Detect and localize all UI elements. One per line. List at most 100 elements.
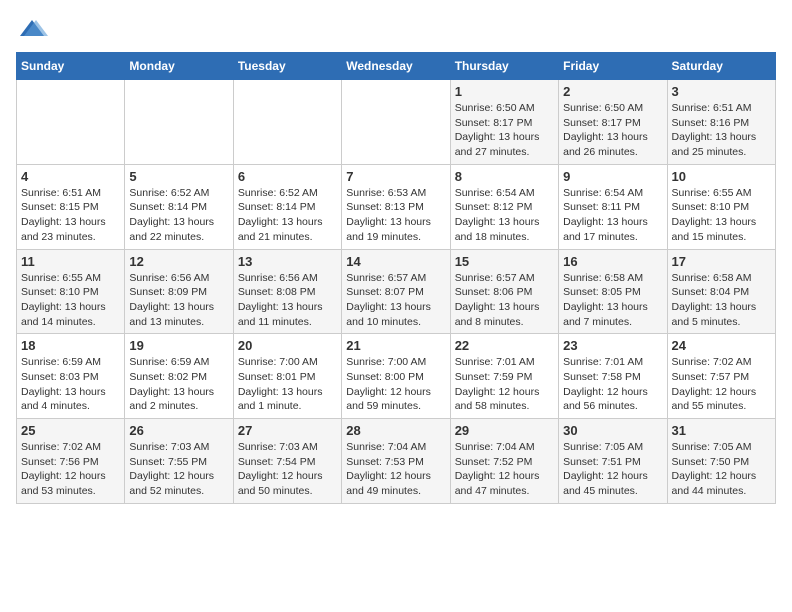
day-number: 1 — [455, 84, 554, 99]
day-number: 22 — [455, 338, 554, 353]
day-info: Sunrise: 7:00 AM Sunset: 8:00 PM Dayligh… — [346, 355, 445, 414]
day-number: 20 — [238, 338, 337, 353]
calendar-cell: 21 Sunrise: 7:00 AM Sunset: 8:00 PM Dayli… — [342, 334, 450, 419]
day-number: 8 — [455, 169, 554, 184]
day-info: Sunrise: 7:01 AM Sunset: 7:58 PM Dayligh… — [563, 355, 662, 414]
calendar-cell: 25Sunrise: 7:02 AM Sunset: 7:56 PM Dayli… — [17, 419, 125, 504]
day-info: Sunrise: 6:51 AM Sunset: 8:16 PM Dayligh… — [672, 101, 771, 160]
calendar-table: SundayMondayTuesdayWednesdayThursdayFrid… — [16, 52, 776, 504]
day-number: 21 — [346, 338, 445, 353]
day-number: 3 — [672, 84, 771, 99]
day-number: 5 — [129, 169, 228, 184]
day-info: Sunrise: 6:59 AM Sunset: 8:03 PM Dayligh… — [21, 355, 120, 414]
day-info: Sunrise: 7:04 AM Sunset: 7:53 PM Dayligh… — [346, 440, 445, 499]
day-number: 26 — [129, 423, 228, 438]
day-of-week-header: Sunday — [17, 53, 125, 80]
calendar-cell: 19Sunrise: 6:59 AM Sunset: 8:02 PM Dayli… — [125, 334, 233, 419]
day-info: Sunrise: 6:50 AM Sunset: 8:17 PM Dayligh… — [563, 101, 662, 160]
calendar-cell: 24 Sunrise: 7:02 AM Sunset: 7:57 PM Dayli… — [667, 334, 775, 419]
day-info: Sunrise: 7:02 AM Sunset: 7:57 PM Dayligh… — [672, 355, 771, 414]
day-number: 31 — [672, 423, 771, 438]
day-number: 27 — [238, 423, 337, 438]
day-info: Sunrise: 7:04 AM Sunset: 7:52 PM Dayligh… — [455, 440, 554, 499]
calendar-cell: 29 Sunrise: 7:04 AM Sunset: 7:52 PM Dayli… — [450, 419, 558, 504]
calendar-cell: 7 Sunrise: 6:53 AM Sunset: 8:13 PM Daylig… — [342, 164, 450, 249]
logo — [16, 16, 52, 44]
calendar-cell: 9Sunrise: 6:54 AM Sunset: 8:11 PM Daylig… — [559, 164, 667, 249]
day-number: 24 — [672, 338, 771, 353]
day-info: Sunrise: 6:56 AM Sunset: 8:09 PM Dayligh… — [129, 271, 228, 330]
day-number: 28 — [346, 423, 445, 438]
calendar-cell — [17, 80, 125, 165]
day-number: 29 — [455, 423, 554, 438]
calendar-week-row: 25Sunrise: 7:02 AM Sunset: 7:56 PM Dayli… — [17, 419, 776, 504]
day-info: Sunrise: 7:01 AM Sunset: 7:59 PM Dayligh… — [455, 355, 554, 414]
day-info: Sunrise: 6:52 AM Sunset: 8:14 PM Dayligh… — [238, 186, 337, 245]
day-info: Sunrise: 7:05 AM Sunset: 7:51 PM Dayligh… — [563, 440, 662, 499]
day-number: 14 — [346, 254, 445, 269]
calendar-cell: 20 Sunrise: 7:00 AM Sunset: 8:01 PM Dayli… — [233, 334, 341, 419]
day-info: Sunrise: 6:53 AM Sunset: 8:13 PM Dayligh… — [346, 186, 445, 245]
day-info: Sunrise: 6:52 AM Sunset: 8:14 PM Dayligh… — [129, 186, 228, 245]
day-number: 19 — [129, 338, 228, 353]
day-info: Sunrise: 6:57 AM Sunset: 8:07 PM Dayligh… — [346, 271, 445, 330]
day-of-week-header: Saturday — [667, 53, 775, 80]
calendar-cell: 6 Sunrise: 6:52 AM Sunset: 8:14 PM Daylig… — [233, 164, 341, 249]
calendar-week-row: 18 Sunrise: 6:59 AM Sunset: 8:03 PM Dayli… — [17, 334, 776, 419]
calendar-cell: 27 Sunrise: 7:03 AM Sunset: 7:54 PM Dayli… — [233, 419, 341, 504]
calendar-cell: 26 Sunrise: 7:03 AM Sunset: 7:55 PM Dayli… — [125, 419, 233, 504]
calendar-cell — [342, 80, 450, 165]
day-number: 10 — [672, 169, 771, 184]
calendar-cell: 11Sunrise: 6:55 AM Sunset: 8:10 PM Dayli… — [17, 249, 125, 334]
day-info: Sunrise: 6:54 AM Sunset: 8:12 PM Dayligh… — [455, 186, 554, 245]
day-number: 18 — [21, 338, 120, 353]
day-number: 2 — [563, 84, 662, 99]
calendar-cell: 28 Sunrise: 7:04 AM Sunset: 7:53 PM Dayli… — [342, 419, 450, 504]
calendar-cell: 15 Sunrise: 6:57 AM Sunset: 8:06 PM Dayli… — [450, 249, 558, 334]
calendar-cell: 14 Sunrise: 6:57 AM Sunset: 8:07 PM Dayli… — [342, 249, 450, 334]
day-number: 16 — [563, 254, 662, 269]
calendar-cell: 4Sunrise: 6:51 AM Sunset: 8:15 PM Daylig… — [17, 164, 125, 249]
calendar-cell: 12 Sunrise: 6:56 AM Sunset: 8:09 PM Dayli… — [125, 249, 233, 334]
day-of-week-header: Thursday — [450, 53, 558, 80]
calendar-cell: 13Sunrise: 6:56 AM Sunset: 8:08 PM Dayli… — [233, 249, 341, 334]
calendar-header-row: SundayMondayTuesdayWednesdayThursdayFrid… — [17, 53, 776, 80]
day-info: Sunrise: 6:58 AM Sunset: 8:04 PM Dayligh… — [672, 271, 771, 330]
calendar-cell: 3 Sunrise: 6:51 AM Sunset: 8:16 PM Daylig… — [667, 80, 775, 165]
calendar-cell — [233, 80, 341, 165]
calendar-cell — [125, 80, 233, 165]
day-info: Sunrise: 7:03 AM Sunset: 7:54 PM Dayligh… — [238, 440, 337, 499]
calendar-cell: 8 Sunrise: 6:54 AM Sunset: 8:12 PM Daylig… — [450, 164, 558, 249]
day-info: Sunrise: 7:05 AM Sunset: 7:50 PM Dayligh… — [672, 440, 771, 499]
calendar-cell: 10Sunrise: 6:55 AM Sunset: 8:10 PM Dayli… — [667, 164, 775, 249]
calendar-cell: 23 Sunrise: 7:01 AM Sunset: 7:58 PM Dayli… — [559, 334, 667, 419]
day-info: Sunrise: 6:57 AM Sunset: 8:06 PM Dayligh… — [455, 271, 554, 330]
day-number: 23 — [563, 338, 662, 353]
day-number: 4 — [21, 169, 120, 184]
day-number: 12 — [129, 254, 228, 269]
day-info: Sunrise: 7:02 AM Sunset: 7:56 PM Dayligh… — [21, 440, 120, 499]
day-number: 9 — [563, 169, 662, 184]
day-info: Sunrise: 6:58 AM Sunset: 8:05 PM Dayligh… — [563, 271, 662, 330]
day-info: Sunrise: 7:00 AM Sunset: 8:01 PM Dayligh… — [238, 355, 337, 414]
calendar-week-row: 11Sunrise: 6:55 AM Sunset: 8:10 PM Dayli… — [17, 249, 776, 334]
day-number: 15 — [455, 254, 554, 269]
day-number: 7 — [346, 169, 445, 184]
logo-icon — [16, 16, 48, 44]
calendar-cell: 18 Sunrise: 6:59 AM Sunset: 8:03 PM Dayli… — [17, 334, 125, 419]
calendar-cell: 2 Sunrise: 6:50 AM Sunset: 8:17 PM Daylig… — [559, 80, 667, 165]
day-of-week-header: Tuesday — [233, 53, 341, 80]
calendar-cell: 5 Sunrise: 6:52 AM Sunset: 8:14 PM Daylig… — [125, 164, 233, 249]
calendar-cell: 16 Sunrise: 6:58 AM Sunset: 8:05 PM Dayli… — [559, 249, 667, 334]
day-of-week-header: Wednesday — [342, 53, 450, 80]
day-number: 11 — [21, 254, 120, 269]
day-number: 6 — [238, 169, 337, 184]
day-number: 13 — [238, 254, 337, 269]
day-info: Sunrise: 6:50 AM Sunset: 8:17 PM Dayligh… — [455, 101, 554, 160]
day-of-week-header: Monday — [125, 53, 233, 80]
day-info: Sunrise: 7:03 AM Sunset: 7:55 PM Dayligh… — [129, 440, 228, 499]
calendar-cell: 22 Sunrise: 7:01 AM Sunset: 7:59 PM Dayli… — [450, 334, 558, 419]
calendar-week-row: 1 Sunrise: 6:50 AM Sunset: 8:17 PM Daylig… — [17, 80, 776, 165]
day-number: 30 — [563, 423, 662, 438]
page-header — [16, 16, 776, 44]
